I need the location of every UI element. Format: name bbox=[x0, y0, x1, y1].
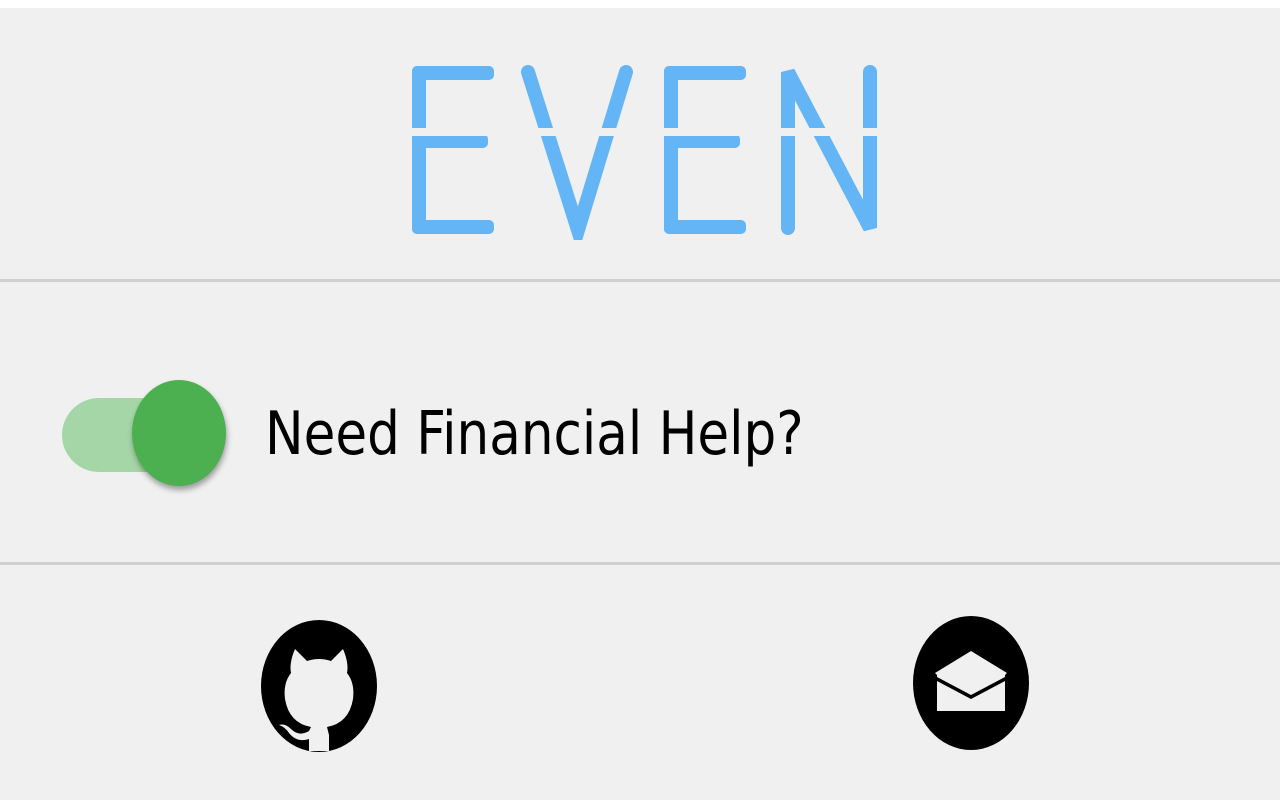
extension-popup: Need Financial Help? bbox=[0, 8, 1280, 800]
toggle-label: Need Financial Help? bbox=[265, 399, 804, 469]
financial-help-row: Need Financial Help? bbox=[0, 282, 1280, 562]
email-link[interactable] bbox=[911, 615, 1031, 751]
email-icon bbox=[913, 616, 1029, 750]
toggle-knob bbox=[132, 380, 226, 486]
footer bbox=[0, 565, 1280, 800]
github-icon bbox=[261, 620, 377, 752]
header bbox=[0, 8, 1280, 280]
financial-help-toggle[interactable] bbox=[62, 380, 228, 492]
github-link[interactable] bbox=[259, 619, 379, 753]
even-logo bbox=[400, 65, 890, 240]
